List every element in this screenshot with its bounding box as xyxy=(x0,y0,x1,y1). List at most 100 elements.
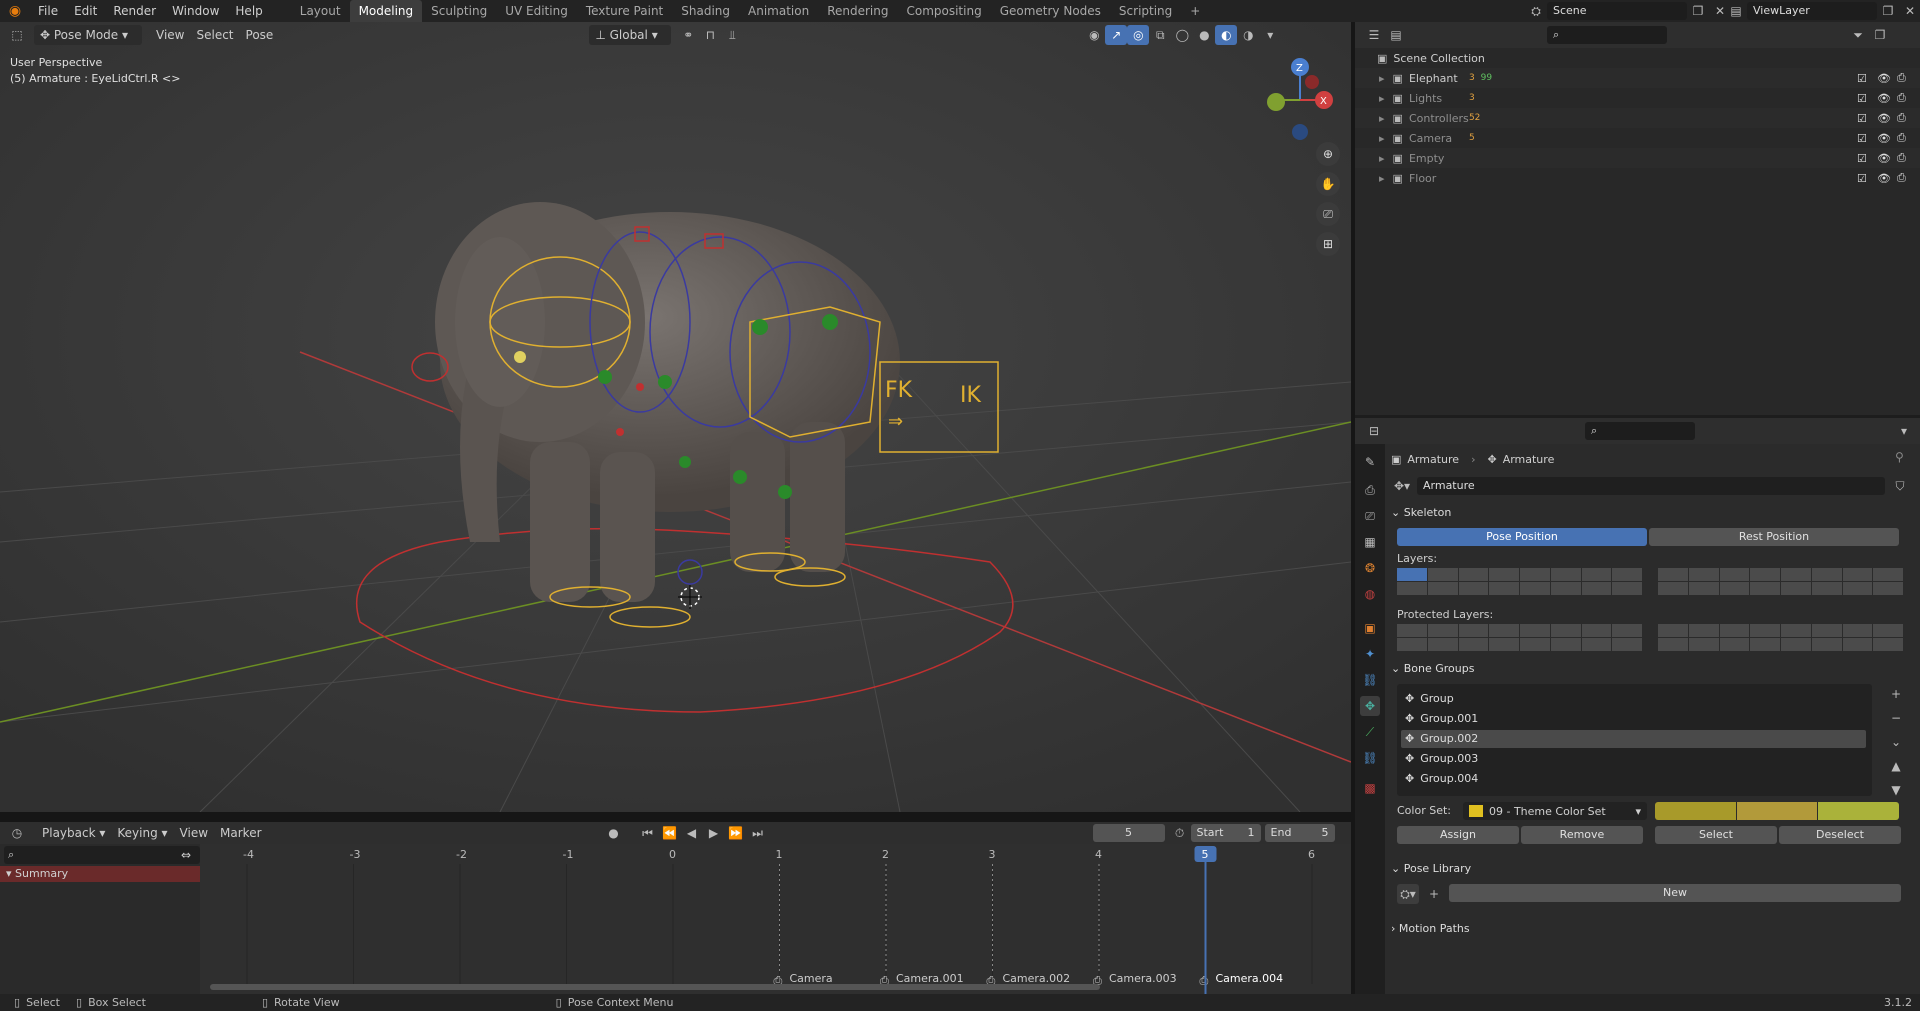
marker-camera-icon[interactable]: ⎙ xyxy=(1200,974,1209,987)
tool-tab-icon[interactable]: ✎ xyxy=(1360,452,1380,472)
pose-library-add-icon[interactable]: + xyxy=(1423,884,1445,904)
eye-icon[interactable]: 👁 xyxy=(1877,152,1891,165)
eye-icon[interactable]: 👁 xyxy=(1877,132,1891,145)
start-frame-field[interactable]: Start 1 xyxy=(1190,824,1261,842)
outliner-row-empty[interactable]: ▸ ▣ Empty ☑ 👁 ⎙ xyxy=(1355,148,1920,168)
jump-keyframe-forward-icon[interactable]: ⏩ xyxy=(725,823,747,843)
blender-logo-icon[interactable]: ◉ xyxy=(0,3,30,19)
tab-sculpting[interactable]: Sculpting xyxy=(422,0,496,22)
tab-modeling[interactable]: Modeling xyxy=(349,0,423,22)
normal-color-swatch[interactable] xyxy=(1655,802,1736,820)
perspective-toggle-icon[interactable]: ⊞ xyxy=(1316,232,1340,256)
fake-user-shield-icon[interactable]: ⛉ xyxy=(1889,476,1911,496)
view-layer-name-field[interactable]: ViewLayer xyxy=(1747,2,1877,20)
editor-type-icon[interactable]: ⬚ xyxy=(6,25,28,45)
modifier-tab-icon[interactable]: ✦ xyxy=(1360,644,1380,664)
remove-button[interactable]: Remove xyxy=(1521,826,1643,844)
camera-render-icon[interactable]: ⎙ xyxy=(1897,171,1906,185)
marker-label[interactable]: Camera.004 xyxy=(1216,972,1284,985)
menu-window[interactable]: Window xyxy=(164,0,227,22)
view-layer-icon[interactable]: ▤ xyxy=(1725,1,1747,21)
camera-render-icon[interactable]: ⎙ xyxy=(1897,71,1906,85)
outliner-editor-type-icon[interactable]: ☰ xyxy=(1363,25,1385,45)
pin-icon[interactable]: ⚲ xyxy=(1895,450,1904,464)
view-menu[interactable]: View xyxy=(150,25,190,45)
properties-options-icon[interactable]: ▾ xyxy=(1893,421,1915,441)
camera-view-icon[interactable]: ⎚ xyxy=(1316,202,1340,226)
tab-layout[interactable]: Layout xyxy=(291,0,350,22)
camera-render-icon[interactable]: ⎙ xyxy=(1897,131,1906,145)
keying-menu[interactable]: Keying ▾ xyxy=(111,823,173,843)
new-scene-icon[interactable]: ❐ xyxy=(1687,1,1709,21)
timeline-scrollbar[interactable] xyxy=(210,984,1100,990)
camera-render-icon[interactable]: ⎙ xyxy=(1897,111,1906,125)
breadcrumb-data[interactable]: Armature xyxy=(1503,453,1555,466)
select-menu[interactable]: Select xyxy=(190,25,239,45)
gizmo-toggle-icon[interactable]: ↗ xyxy=(1105,25,1128,45)
jump-end-icon[interactable]: ⏭ xyxy=(747,823,769,843)
eye-icon[interactable]: 👁 xyxy=(1877,112,1891,125)
pivot-point-icon[interactable]: ⚭ xyxy=(677,25,699,45)
object-tab-icon[interactable]: ▣ xyxy=(1360,618,1380,638)
scene-icon[interactable]: ⛭ xyxy=(1525,1,1547,21)
play-icon[interactable]: ▶ xyxy=(703,823,725,843)
filter-icon[interactable]: ⏷ xyxy=(1847,25,1869,45)
active-color-swatch[interactable] xyxy=(1818,802,1900,820)
camera-render-icon[interactable]: ⎙ xyxy=(1897,91,1906,105)
expand-arrow-icon[interactable]: ▸ xyxy=(1379,72,1385,85)
move-up-icon[interactable]: ▲ xyxy=(1885,756,1907,776)
outliner-row-lights[interactable]: ▸ ▣ Lights 3 ☑ 👁 ⎙ xyxy=(1355,88,1920,108)
armature-data-tab-icon[interactable]: ✥ xyxy=(1360,696,1380,716)
pose-position-button[interactable]: Pose Position xyxy=(1397,528,1647,546)
bone-group-item[interactable]: ✥ Group.001 xyxy=(1401,710,1866,728)
tab-rendering[interactable]: Rendering xyxy=(818,0,897,22)
move-down-icon[interactable]: ▼ xyxy=(1885,780,1907,800)
new-view-layer-icon[interactable]: ❐ xyxy=(1877,1,1899,21)
layers-grid-right[interactable] xyxy=(1658,568,1903,595)
tab-shading[interactable]: Shading xyxy=(672,0,739,22)
snap-icon[interactable]: ⊓ xyxy=(699,25,721,45)
bone-groups-list[interactable]: ✥ Group ✥ Group.001 ✥ Group.002 ✥ Group.003 ✥ Gro… xyxy=(1397,684,1872,796)
render-tab-icon[interactable]: ⎙ xyxy=(1360,480,1380,500)
scene-collection-row[interactable]: ▣ Scene Collection xyxy=(1355,48,1920,68)
snap-target-icon[interactable]: ⫫ xyxy=(721,25,743,45)
breadcrumb-object[interactable]: Armature xyxy=(1407,453,1459,466)
menu-help[interactable]: Help xyxy=(227,0,270,22)
tab-geometry-nodes[interactable]: Geometry Nodes xyxy=(991,0,1110,22)
expand-arrow-icon[interactable]: ▸ xyxy=(1379,152,1385,165)
tab-compositing[interactable]: Compositing xyxy=(897,0,990,22)
xray-icon[interactable]: ⧉ xyxy=(1149,25,1171,45)
rest-position-button[interactable]: Rest Position xyxy=(1649,528,1899,546)
bone-group-specials-icon[interactable]: ⌄ xyxy=(1885,732,1907,752)
play-reverse-icon[interactable]: ◀ xyxy=(681,823,703,843)
tab-animation[interactable]: Animation xyxy=(739,0,818,22)
pose-library-new-button[interactable]: New xyxy=(1449,884,1901,902)
jump-start-icon[interactable]: ⏮ xyxy=(637,823,659,843)
menu-edit[interactable]: Edit xyxy=(66,0,105,22)
outliner-row-floor[interactable]: ▸ ▣ Floor ☑ 👁 ⎙ xyxy=(1355,168,1920,188)
delete-view-layer-icon[interactable]: ✕ xyxy=(1899,1,1920,21)
properties-editor-type-icon[interactable]: ⊟ xyxy=(1363,421,1385,441)
camera-render-icon[interactable]: ⎙ xyxy=(1897,151,1906,165)
checkbox-icon[interactable]: ☑ xyxy=(1857,152,1867,165)
protected-layers-grid-left[interactable] xyxy=(1397,624,1642,651)
bone-group-item[interactable]: ✥ Group xyxy=(1401,690,1866,708)
current-frame-field[interactable]: 5 xyxy=(1092,824,1165,842)
pose-menu[interactable]: Pose xyxy=(240,25,280,45)
remove-bone-group-icon[interactable]: − xyxy=(1885,708,1907,728)
select-button[interactable]: Select xyxy=(1655,826,1777,844)
expand-arrow-icon[interactable]: ▸ xyxy=(1379,92,1385,105)
end-frame-field[interactable]: End 5 xyxy=(1264,824,1335,842)
expand-arrow-icon[interactable]: ▸ xyxy=(1379,172,1385,185)
tab-texture-paint[interactable]: Texture Paint xyxy=(577,0,672,22)
eye-icon[interactable]: 👁 xyxy=(1877,172,1891,185)
expand-arrow-icon[interactable]: ▸ xyxy=(1379,112,1385,125)
menu-file[interactable]: File xyxy=(30,0,66,22)
data-name-field[interactable]: Armature xyxy=(1417,477,1885,495)
bone-group-item[interactable]: ✥ Group.002 xyxy=(1401,730,1866,748)
add-workspace-button[interactable]: + xyxy=(1181,0,1209,22)
3d-viewport[interactable]: FK IK ⇒ Z X ⬚ ✥ Pose Mode ▾ View Select … xyxy=(0,22,1351,812)
checkbox-icon[interactable]: ☑ xyxy=(1857,72,1867,85)
expand-arrow-icon[interactable]: ▸ xyxy=(1379,132,1385,145)
data-browse-icon[interactable]: ✥▾ xyxy=(1391,476,1413,496)
